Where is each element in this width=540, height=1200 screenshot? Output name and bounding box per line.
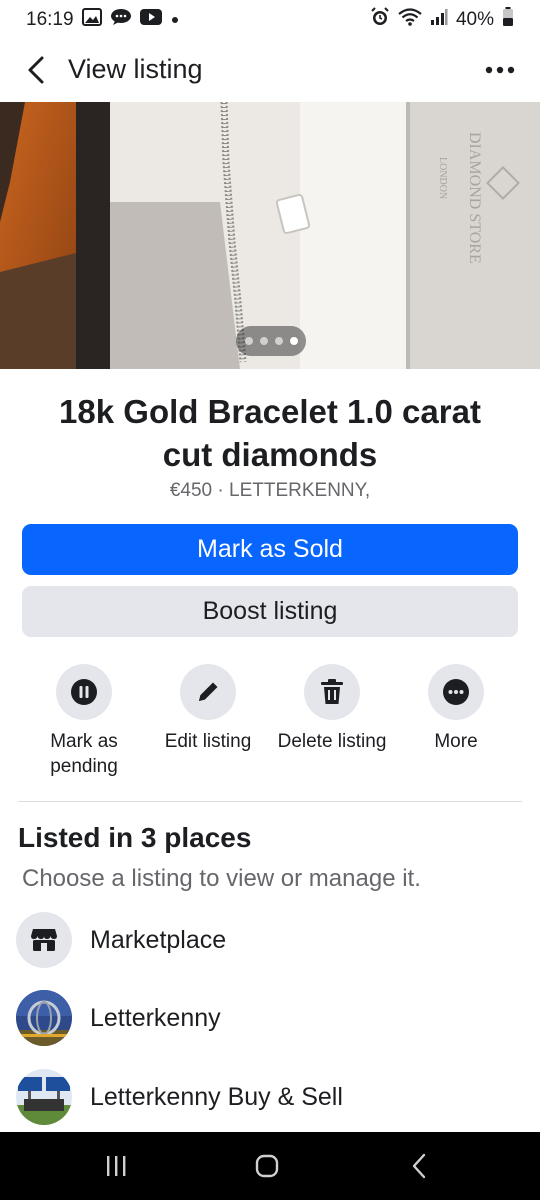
home-button[interactable] — [245, 1148, 289, 1184]
place-row-letterkenny-buy-sell[interactable]: Letterkenny Buy & Sell — [16, 1068, 526, 1126]
more-horizontal-icon — [485, 66, 515, 74]
listing-actions: Mark as pending Edit listing Delete list… — [0, 664, 540, 784]
more-action[interactable]: More — [396, 664, 516, 754]
edit-listing-action[interactable]: Edit listing — [148, 664, 268, 754]
listing-title: 18k Gold Bracelet 1.0 carat cut diamonds — [59, 393, 481, 473]
marketplace-shop-icon — [16, 912, 72, 968]
photo-overlay-text: DIAMOND STORE — [466, 132, 483, 264]
action-label: Delete listing — [277, 731, 387, 752]
action-label: Edit listing — [164, 731, 252, 752]
action-circle[interactable] — [428, 664, 484, 720]
place-label: Marketplace — [90, 925, 227, 954]
trash-icon — [321, 679, 343, 704]
mark-as-pending-action[interactable]: Mark as pending — [24, 664, 144, 779]
home-icon — [255, 1154, 279, 1178]
more-options-button[interactable] — [480, 52, 520, 88]
battery-percent: 40% — [455, 9, 494, 30]
group-photo-avatar — [16, 990, 72, 1046]
system-back-button[interactable] — [397, 1148, 441, 1184]
recent-apps-button[interactable] — [94, 1148, 138, 1184]
pencil-icon — [199, 682, 218, 701]
pager-dot[interactable] — [244, 337, 253, 345]
boost-listing-button[interactable]: Boost listing — [22, 586, 518, 637]
group-photo-avatar — [16, 1069, 72, 1125]
page-title: View listing — [68, 54, 203, 84]
more-horizontal-icon — [443, 679, 469, 705]
action-circle[interactable] — [180, 664, 236, 720]
battery-icon — [502, 7, 514, 33]
photo-pager[interactable] — [236, 326, 306, 356]
action-circle[interactable] — [56, 664, 112, 720]
pause-icon — [71, 679, 97, 705]
action-label: More — [434, 731, 478, 752]
pager-dot-active[interactable] — [289, 337, 298, 345]
listing-price-location: €450 · LETTERKENNY, — [169, 480, 371, 501]
status-right: 40% — [370, 7, 514, 33]
app-bar: View listing — [0, 40, 540, 102]
places-title: Listed in 3 places — [18, 822, 252, 853]
place-row-marketplace[interactable]: Marketplace — [16, 911, 526, 969]
alarm-icon — [370, 7, 390, 33]
gallery-icon — [81, 8, 102, 32]
status-time: 16:19 — [26, 9, 74, 30]
pager-dot[interactable] — [274, 337, 283, 345]
wifi-icon — [398, 8, 422, 32]
place-row-letterkenny[interactable]: Letterkenny — [16, 989, 526, 1047]
status-left: 16:19 — [26, 8, 180, 32]
back-icon — [412, 1153, 426, 1179]
back-button[interactable] — [18, 50, 54, 90]
system-nav-bar — [0, 1132, 540, 1200]
action-circle[interactable] — [304, 664, 360, 720]
chat-icon — [110, 8, 132, 32]
status-bar: 16:19 40% — [0, 0, 540, 40]
signal-icon — [430, 8, 448, 32]
listing-photo[interactable]: DIAMOND STORE LONDON — [0, 102, 540, 369]
mark-as-sold-button[interactable]: Mark as Sold — [22, 524, 518, 575]
place-label: Letterkenny — [90, 1003, 221, 1032]
action-label: Mark as pending — [50, 731, 118, 777]
places-subtitle: Choose a listing to view or manage it. — [22, 865, 421, 892]
divider — [18, 801, 522, 802]
recent-apps-icon — [107, 1156, 126, 1176]
pager-dot[interactable] — [259, 337, 268, 345]
youtube-icon — [139, 9, 162, 31]
chevron-left-icon — [28, 56, 44, 84]
delete-listing-action[interactable]: Delete listing — [272, 664, 392, 754]
place-label: Letterkenny Buy & Sell — [90, 1082, 343, 1111]
photo-overlay-sub: LONDON — [437, 157, 448, 199]
dot-icon — [170, 9, 180, 31]
